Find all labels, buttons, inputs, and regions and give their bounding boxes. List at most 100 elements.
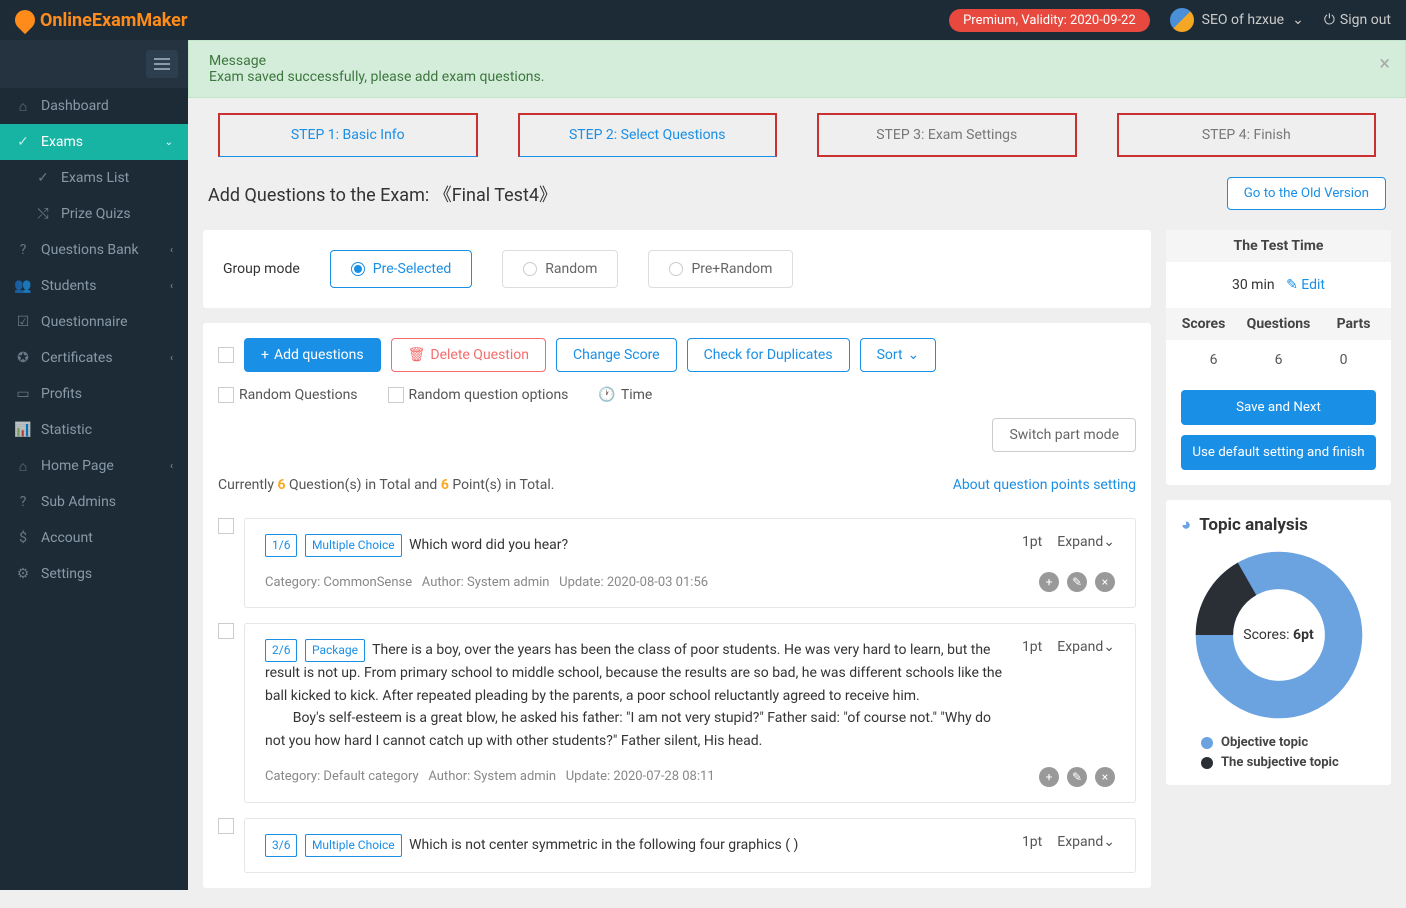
topic-analysis-panel: ◕ Topic analysis Scores: 6pt Objective: [1166, 500, 1391, 785]
sidebar-item-questionnaire[interactable]: ☑ Questionnaire: [0, 304, 188, 340]
old-version-button[interactable]: Go to the Old Version: [1227, 177, 1386, 210]
sidebar-item-label: Exams List: [61, 170, 129, 186]
edit-icon[interactable]: ✎: [1067, 767, 1087, 787]
page-title: Add Questions to the Exam: 《Final Test4》: [208, 181, 557, 207]
random-questions-checkbox[interactable]: Random Questions: [218, 387, 358, 403]
header-right: Premium, Validity: 2020-09-22 SEO of hzx…: [949, 8, 1391, 32]
logo[interactable]: OnlineExamMaker: [15, 10, 188, 31]
close-icon[interactable]: ×: [1379, 51, 1390, 75]
use-default-button[interactable]: Use default setting and finish: [1181, 435, 1376, 470]
time-value: 30 min: [1232, 277, 1275, 293]
question-checkbox[interactable]: [218, 623, 234, 639]
expand-button[interactable]: Expand⌄: [1057, 639, 1115, 655]
q-update: Update: 2020-07-28 08:11: [566, 769, 715, 784]
summary-text: Currently 6 Question(s) in Total and 6 P…: [218, 477, 554, 493]
q-meta: Category: CommonSense Author: System adm…: [265, 572, 1115, 592]
step-select-questions[interactable]: STEP 2: Select Questions: [518, 113, 778, 157]
radio-random[interactable]: Random: [502, 250, 618, 288]
q-meta: Category: Default category Author: Syste…: [265, 767, 1115, 787]
add-icon[interactable]: +: [1039, 767, 1059, 787]
sub-toolbar: Random Questions Random question options…: [218, 387, 1136, 403]
radio-label: Pre+Random: [691, 261, 772, 277]
question-checkbox[interactable]: [218, 518, 234, 534]
help-icon: ?: [15, 242, 31, 258]
sidebar-item-sub-admins[interactable]: ? Sub Admins: [0, 484, 188, 520]
q-type-badge: Multiple Choice: [305, 834, 402, 857]
q-text: 1/6 Multiple Choice Which word did you h…: [265, 534, 1007, 557]
message-body: Exam saved successfully, please add exam…: [209, 69, 1385, 85]
sidebar-item-prize-quizs[interactable]: ⤭ Prize Quizs: [0, 196, 188, 232]
sidebar-item-label: Questions Bank: [41, 242, 139, 258]
edit-label: Edit: [1301, 277, 1325, 293]
content-wrap: Group mode Pre-Selected Random Pre+Rando…: [188, 230, 1406, 908]
summary-mid: Question(s) in Total and: [285, 477, 440, 493]
radio-pre-selected[interactable]: Pre-Selected: [330, 250, 473, 288]
check-duplicates-button[interactable]: Check for Duplicates: [687, 338, 850, 372]
signout-button[interactable]: ⏻ Sign out: [1324, 12, 1391, 28]
stat-header: Questions: [1241, 316, 1316, 332]
sidebar-item-label: Dashboard: [41, 98, 109, 114]
title-prefix: Add Questions to the Exam:: [208, 185, 429, 206]
sidebar-item-home-page[interactable]: ⌂ Home Page ‹: [0, 448, 188, 484]
step-finish[interactable]: STEP 4: Finish: [1117, 113, 1377, 157]
about-points-link[interactable]: About question points setting: [953, 477, 1136, 493]
switch-part-mode-button[interactable]: Switch part mode: [992, 418, 1136, 452]
sidebar-item-certificates[interactable]: ✪ Certificates ‹: [0, 340, 188, 376]
panel-title: The Test Time: [1166, 230, 1391, 262]
expand-button[interactable]: Expand⌄: [1057, 834, 1115, 850]
summary-suffix: Point(s) in Total.: [449, 477, 555, 493]
delete-icon[interactable]: ×: [1095, 767, 1115, 787]
change-score-button[interactable]: Change Score: [556, 338, 677, 372]
question-card: 2/6 Package There is a boy, over the yea…: [244, 623, 1136, 803]
q-text: 3/6 Multiple Choice Which is not center …: [265, 834, 1007, 857]
sidebar-item-account[interactable]: $ Account: [0, 520, 188, 556]
sidebar-item-profits[interactable]: ▭ Profits: [0, 376, 188, 412]
expand-button[interactable]: Expand⌄: [1057, 534, 1115, 550]
delete-icon[interactable]: ×: [1095, 572, 1115, 592]
sidebar-item-exams-list[interactable]: ✓ Exams List: [0, 160, 188, 196]
sidebar-item-statistic[interactable]: 📊 Statistic: [0, 412, 188, 448]
group-mode-panel: Group mode Pre-Selected Random Pre+Rando…: [203, 230, 1151, 308]
select-all-checkbox[interactable]: [218, 347, 234, 363]
center-label: Scores:: [1243, 627, 1289, 643]
delete-question-button[interactable]: 🗑 Delete Question: [391, 338, 546, 372]
step-exam-settings[interactable]: STEP 3: Exam Settings: [817, 113, 1077, 157]
edit-time-link[interactable]: ✎ Edit: [1286, 277, 1325, 293]
check-icon: ✓: [15, 134, 31, 150]
sort-button[interactable]: Sort ⌄: [860, 338, 937, 372]
chevron-left-icon: ‹: [170, 353, 173, 364]
sidebar-item-questions-bank[interactable]: ? Questions Bank ‹: [0, 232, 188, 268]
sidebar-item-label: Exams: [41, 134, 83, 150]
chevron-left-icon: ‹: [170, 245, 173, 256]
user-name: SEO of hzxue: [1202, 12, 1284, 28]
add-icon[interactable]: +: [1039, 572, 1059, 592]
sidebar-item-exams[interactable]: ✓ Exams ⌄: [0, 124, 188, 160]
donut-chart: Scores: 6pt: [1194, 550, 1364, 720]
user-menu[interactable]: SEO of hzxue ⌄: [1170, 8, 1304, 32]
sidebar-item-label: Students: [41, 278, 96, 294]
sidebar-item-label: Questionnaire: [41, 314, 128, 330]
time-option[interactable]: 🕐 Time: [598, 387, 652, 403]
radio-pre-random[interactable]: Pre+Random: [648, 250, 793, 288]
sidebar-item-settings[interactable]: ⚙ Settings: [0, 556, 188, 592]
sidebar-item-students[interactable]: 👥 Students ‹: [0, 268, 188, 304]
stat-value: 6: [1246, 352, 1311, 368]
random-options-checkbox[interactable]: Random question options: [388, 387, 569, 403]
stat-value: 6: [1181, 352, 1246, 368]
title-name: 《Final Test4》: [434, 185, 557, 206]
question-checkbox[interactable]: [218, 818, 234, 834]
edit-icon[interactable]: ✎: [1067, 572, 1087, 592]
add-questions-button[interactable]: + Add questions: [244, 338, 381, 372]
step-basic-info[interactable]: STEP 1: Basic Info: [218, 113, 478, 157]
time-row: 30 min ✎ Edit: [1181, 272, 1376, 298]
sidebar-item-dashboard[interactable]: ⌂ Dashboard: [0, 88, 188, 124]
expand-label: Expand: [1057, 834, 1103, 850]
q-author: Author: System admin: [428, 769, 556, 784]
checkbox-icon: [388, 387, 404, 403]
topic-title: ◕ Topic analysis: [1181, 515, 1376, 535]
help-icon: ?: [15, 494, 31, 510]
premium-badge: Premium, Validity: 2020-09-22: [949, 9, 1150, 32]
hamburger-button[interactable]: [146, 50, 178, 78]
save-next-button[interactable]: Save and Next: [1181, 390, 1376, 425]
legend-label: Objective topic: [1221, 735, 1308, 750]
